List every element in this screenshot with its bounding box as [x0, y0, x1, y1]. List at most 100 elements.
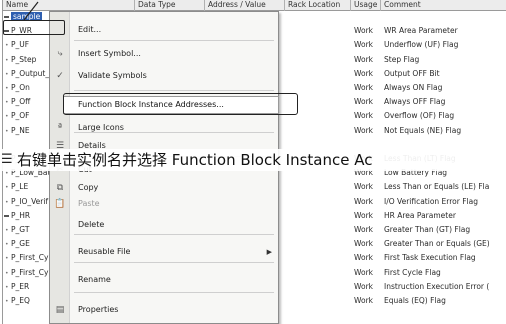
- cell-rack: [285, 268, 351, 278]
- cell-comment: Greater Than (GT) Flag: [381, 225, 506, 235]
- cell-comment-text: Step Flag: [384, 54, 420, 64]
- menu-item-properties[interactable]: ▤ Properties: [50, 302, 278, 318]
- cell-comment: WR Area Parameter: [381, 26, 506, 36]
- cell-comment: Greater Than or Equals (GE): [381, 239, 506, 249]
- menu-item-paste[interactable]: 📋 Paste: [50, 196, 278, 212]
- cell-comment-text: Output OFF Bit: [384, 68, 440, 78]
- cell-name-text: P_HR: [11, 210, 31, 220]
- cell-comment: Always ON Flag: [381, 83, 506, 93]
- cell-usage: Work: [351, 97, 381, 107]
- menu-item-insert-symbol[interactable]: ⤷ Insert Symbol...: [50, 46, 278, 62]
- menu-item-large-icons[interactable]: ª Large Icons: [50, 120, 278, 136]
- cell-comment: HR Area Parameter: [381, 211, 506, 221]
- cell-rack: [285, 55, 351, 65]
- cell-usage-text: Work: [354, 196, 373, 206]
- cell-usage: Work: [351, 239, 381, 249]
- cell-comment: Step Flag: [381, 55, 506, 65]
- cell-usage: Work: [351, 69, 381, 79]
- column-header-comment[interactable]: Comment: [381, 0, 506, 11]
- menu-item-delete[interactable]: Delete: [50, 217, 278, 233]
- cell-usage-text: Work: [354, 182, 373, 192]
- cell-usage-text: Work: [354, 296, 373, 305]
- menu-item-label: Properties: [78, 305, 119, 314]
- cell-rack: [285, 69, 351, 79]
- cell-comment-text: Always OFF Flag: [384, 97, 446, 107]
- column-header-name[interactable]: Name: [3, 0, 135, 11]
- column-header-data-type[interactable]: Data Type: [135, 0, 205, 11]
- cell-comment: Not Equals (NE) Flag: [381, 126, 506, 136]
- cell-name-text: P_EQ: [11, 296, 30, 305]
- cell-usage-text: Work: [354, 225, 373, 234]
- cell-rack: [285, 282, 351, 292]
- menu-separator: [74, 262, 274, 263]
- cell-name-text: P_NE: [11, 125, 30, 135]
- cell-usage-text: Work: [354, 68, 373, 78]
- cell-usage-text: Work: [354, 97, 373, 107]
- cell-comment: Underflow (UF) Flag: [381, 40, 506, 50]
- menu-item-label: Insert Symbol...: [78, 49, 141, 58]
- cell-usage-text: Work: [354, 210, 373, 220]
- highlight-callout-box: [63, 93, 298, 115]
- cell-comment: First Cycle Flag: [381, 268, 506, 278]
- cell-name-text: P_ER: [11, 281, 30, 291]
- menu-item-label: Copy: [78, 183, 99, 192]
- cell-comment-text: Not Equals (NE) Flag: [384, 125, 462, 135]
- cell-comment-text: Equals (EQ) Flag: [384, 296, 446, 305]
- cell-rack: [285, 211, 351, 221]
- insert-symbol-icon: ⤷: [57, 49, 63, 59]
- cell-comment-text: Greater Than or Equals (GE): [384, 239, 490, 249]
- validate-icon: ✓: [56, 71, 64, 81]
- cell-usage: Work: [351, 111, 381, 121]
- cell-name-text: P_Step: [11, 54, 37, 64]
- menu-item-rename[interactable]: Rename: [50, 272, 278, 288]
- menu-separator: [74, 234, 274, 235]
- instance-name-callout-box: [3, 20, 65, 35]
- paste-icon: 📋: [54, 199, 66, 209]
- menu-item-label: Edit...: [78, 25, 102, 34]
- cell-name-text: P_On: [11, 83, 30, 92]
- column-header-rack-location[interactable]: Rack Location: [285, 0, 351, 11]
- cell-name-text: P_IO_Verif: [11, 196, 49, 206]
- cell-usage-text: Work: [354, 83, 373, 92]
- cell-usage: Work: [351, 197, 381, 207]
- properties-icon: ▤: [55, 305, 65, 315]
- cell-comment-text: HR Area Parameter: [384, 210, 456, 220]
- cell-comment: Less Than or Equals (LE) Fla: [381, 182, 506, 192]
- cell-usage-text: Work: [354, 111, 373, 121]
- table-header: Name Data Type Address / Value Rack Loca…: [3, 0, 506, 11]
- cell-usage: Work: [351, 55, 381, 65]
- large-icons-icon: ª: [57, 123, 63, 133]
- menu-item-copy[interactable]: ⧉ Copy: [50, 180, 278, 196]
- cell-name-text: P_GT: [11, 225, 30, 234]
- cell-rack: [285, 12, 351, 22]
- column-header-address[interactable]: Address / Value: [205, 0, 285, 11]
- cell-name-text: P_Output_: [11, 68, 50, 78]
- pointer-icon: ☰: [1, 152, 13, 167]
- menu-item-label: Large Icons: [78, 123, 124, 132]
- cell-comment: [381, 12, 506, 22]
- cell-usage: Work: [351, 282, 381, 292]
- cell-comment-text: Greater Than (GT) Flag: [384, 225, 471, 234]
- cell-usage: Work: [351, 225, 381, 235]
- cell-usage-text: Work: [354, 267, 373, 277]
- menu-item-edit[interactable]: Edit...: [50, 22, 278, 38]
- cell-usage: [351, 12, 381, 22]
- cell-usage-text: Work: [354, 26, 373, 36]
- cell-usage: Work: [351, 40, 381, 50]
- submenu-arrow-icon: ▶: [266, 248, 272, 256]
- cell-comment-text: Always ON Flag: [384, 83, 443, 92]
- menu-separator: [74, 40, 274, 41]
- cell-rack: [285, 83, 351, 93]
- cell-usage: Work: [351, 126, 381, 136]
- menu-item-label: Reusable File: [78, 247, 131, 256]
- cell-usage-text: Work: [354, 253, 373, 263]
- cell-rack: [285, 296, 351, 306]
- menu-item-validate-symbols[interactable]: ✓ Validate Symbols: [50, 68, 278, 84]
- column-header-usage[interactable]: Usage: [351, 0, 381, 11]
- cell-usage: Work: [351, 296, 381, 306]
- cell-name-text: P_LE: [11, 182, 29, 192]
- menu-item-reusable-file[interactable]: Reusable File ▶: [50, 244, 278, 260]
- menu-item-label: Paste: [78, 199, 100, 208]
- cell-comment-text: Overflow (OF) Flag: [384, 111, 455, 121]
- cell-comment: Equals (EQ) Flag: [381, 296, 506, 306]
